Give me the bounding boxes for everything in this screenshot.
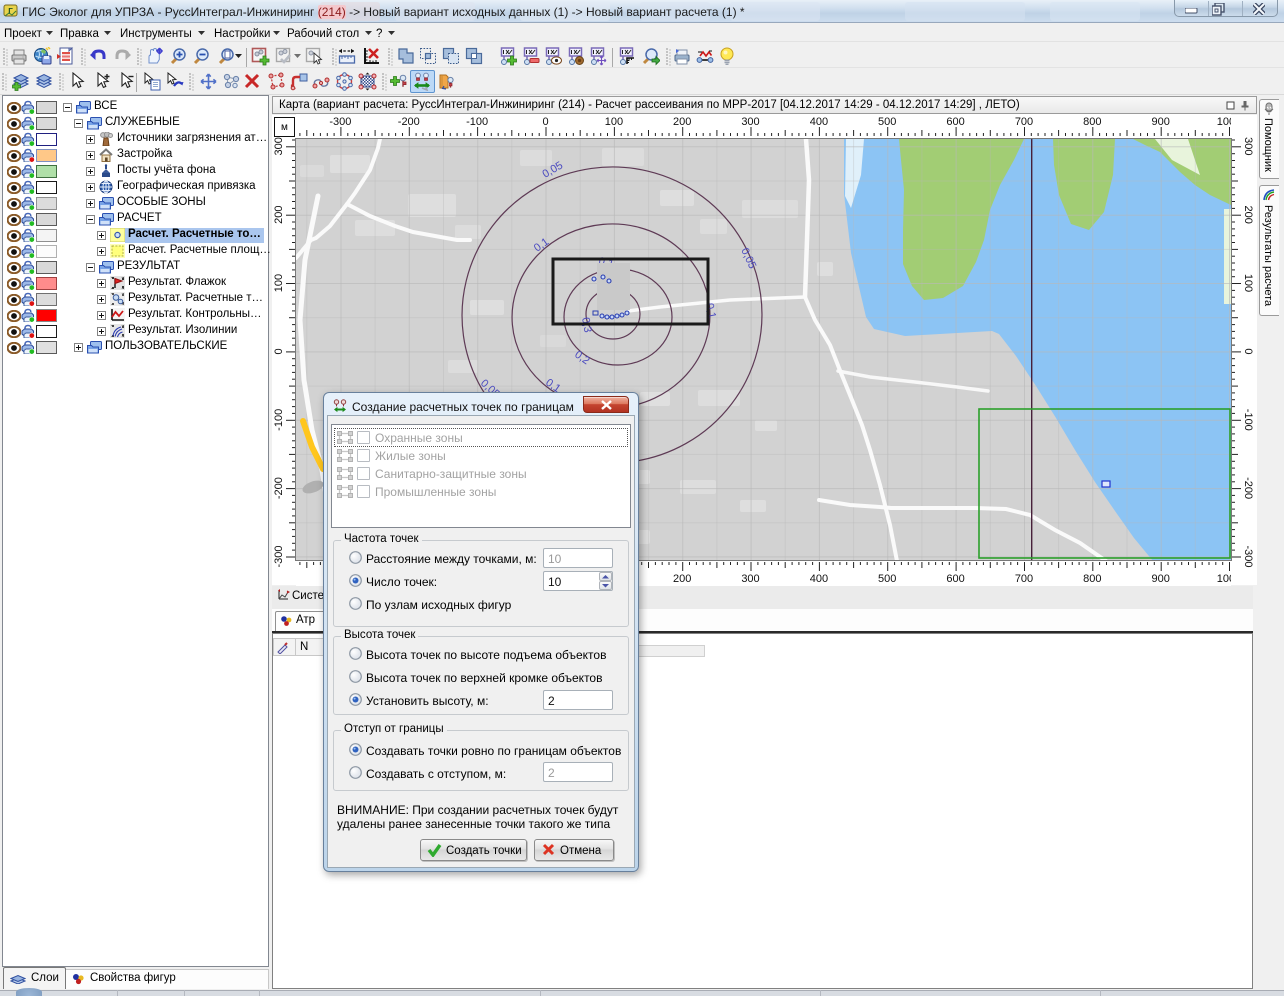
svg-text:800: 800 [1083,116,1101,128]
svg-text:100: 100 [605,116,623,128]
svg-text:700: 700 [1015,573,1033,585]
svg-text:-200: -200 [273,477,285,499]
svg-text:300: 300 [741,573,759,585]
svg-text:200: 200 [673,573,691,585]
svg-text:-200: -200 [1242,477,1254,499]
svg-text:-200: -200 [398,116,420,128]
svg-text:200: 200 [1242,206,1254,224]
svg-text:0: 0 [1242,348,1254,354]
svg-text:900: 900 [1152,116,1170,128]
svg-text:1000: 1000 [1217,573,1231,585]
svg-text:300: 300 [1242,137,1254,155]
svg-text:900: 900 [1152,573,1170,585]
svg-text:-300: -300 [273,545,285,567]
svg-text:0: 0 [542,116,548,128]
svg-text:200: 200 [673,116,691,128]
svg-text:500: 500 [878,116,896,128]
svg-text:700: 700 [1015,116,1033,128]
svg-text:100: 100 [1242,274,1254,292]
svg-text:1000: 1000 [1217,116,1231,128]
svg-text:-300: -300 [1242,545,1254,567]
svg-text:100: 100 [273,274,285,292]
svg-text:-100: -100 [466,116,488,128]
svg-text:300: 300 [273,137,285,155]
svg-text:800: 800 [1083,573,1101,585]
svg-text:-300: -300 [329,116,351,128]
svg-text:-100: -100 [273,409,285,431]
svg-text:600: 600 [946,116,964,128]
svg-text:600: 600 [946,573,964,585]
svg-text:-100: -100 [1242,409,1254,431]
svg-text:400: 400 [810,116,828,128]
svg-text:200: 200 [273,206,285,224]
svg-text:300: 300 [741,116,759,128]
svg-text:500: 500 [878,573,896,585]
svg-text:400: 400 [810,573,828,585]
svg-text:0: 0 [273,348,285,354]
